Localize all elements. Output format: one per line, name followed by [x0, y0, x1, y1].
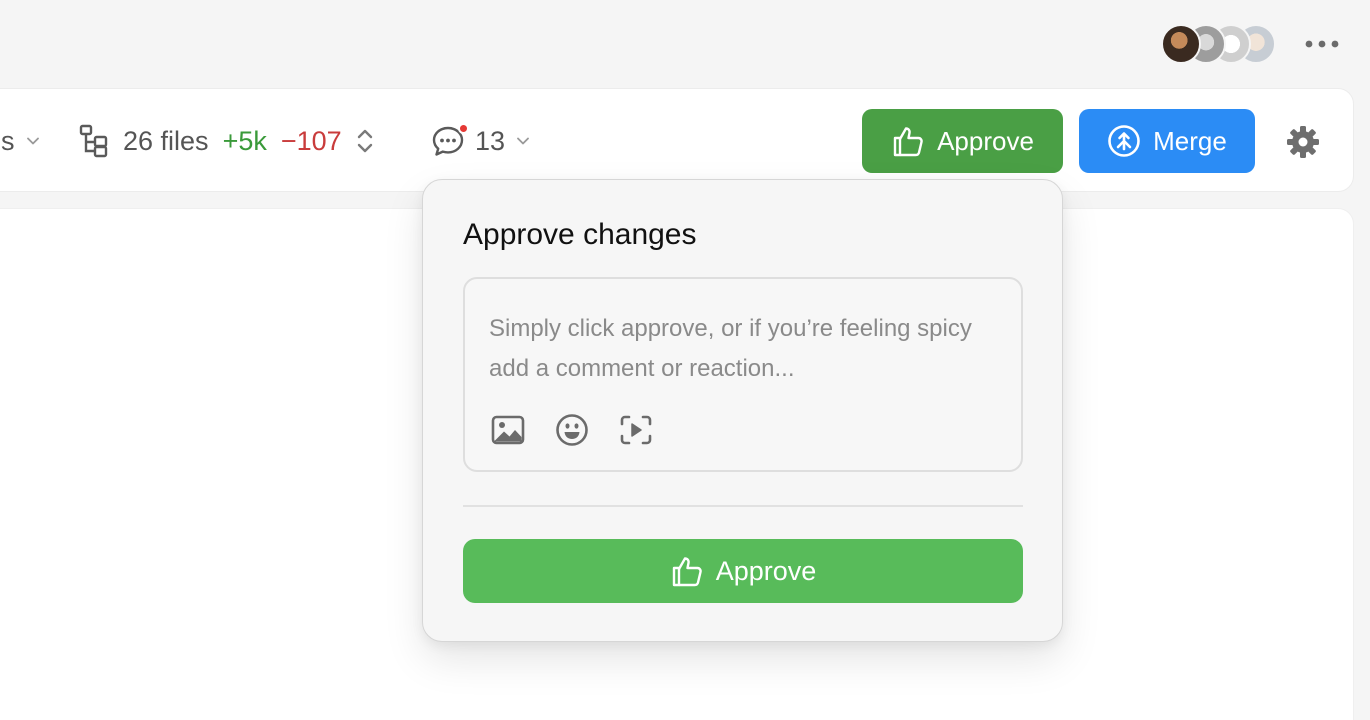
thumbs-up-icon	[891, 124, 925, 158]
divider	[463, 505, 1023, 507]
merge-button[interactable]: Merge	[1079, 109, 1255, 173]
avatar[interactable]	[1161, 24, 1201, 64]
lines-removed: −107	[280, 125, 342, 156]
approve-changes-popover: Approve changes Simply click approve, or…	[422, 179, 1063, 642]
approve-button-label: Approve	[937, 125, 1034, 156]
image-icon[interactable]	[491, 413, 525, 447]
comment-icon	[431, 123, 469, 157]
video-capture-icon[interactable]	[619, 413, 653, 447]
more-horizontal-icon	[1305, 40, 1339, 48]
comments-count: 13	[475, 125, 506, 156]
more-options-button[interactable]	[1300, 30, 1344, 58]
expand-collapse-icon[interactable]	[356, 127, 374, 155]
branch-selector-label: s	[1, 125, 15, 156]
merge-icon	[1107, 124, 1141, 158]
files-count: 26 files	[123, 125, 209, 156]
file-tree-icon	[79, 124, 109, 158]
approval-comment-input[interactable]	[489, 309, 999, 399]
page: s 26 files +5k −107 13 Approve Merge App…	[0, 0, 1370, 720]
settings-button[interactable]	[1281, 122, 1325, 162]
emoji-icon[interactable]	[555, 413, 589, 447]
comments-dropdown[interactable]: 13	[431, 89, 529, 193]
gear-icon	[1287, 126, 1319, 158]
popover-title: Approve changes	[463, 218, 697, 251]
pull-request-toolbar: s 26 files +5k −107 13 Approve Merge	[0, 88, 1354, 192]
thumbs-up-icon	[670, 554, 704, 588]
chevron-down-icon	[26, 137, 39, 145]
chevron-down-icon	[517, 137, 529, 145]
comment-tools	[491, 413, 653, 447]
branch-selector[interactable]: s	[1, 89, 39, 193]
confirm-approve-button[interactable]: Approve	[463, 539, 1023, 603]
confirm-approve-label: Approve	[715, 555, 817, 586]
files-summary[interactable]: 26 files +5k −107	[79, 89, 374, 193]
approve-button[interactable]: Approve	[862, 109, 1063, 173]
collaborator-avatars[interactable]	[1161, 24, 1276, 64]
unread-indicator	[458, 123, 469, 134]
merge-button-label: Merge	[1153, 125, 1227, 156]
comment-box	[463, 277, 1023, 472]
lines-added: +5k	[222, 125, 267, 156]
